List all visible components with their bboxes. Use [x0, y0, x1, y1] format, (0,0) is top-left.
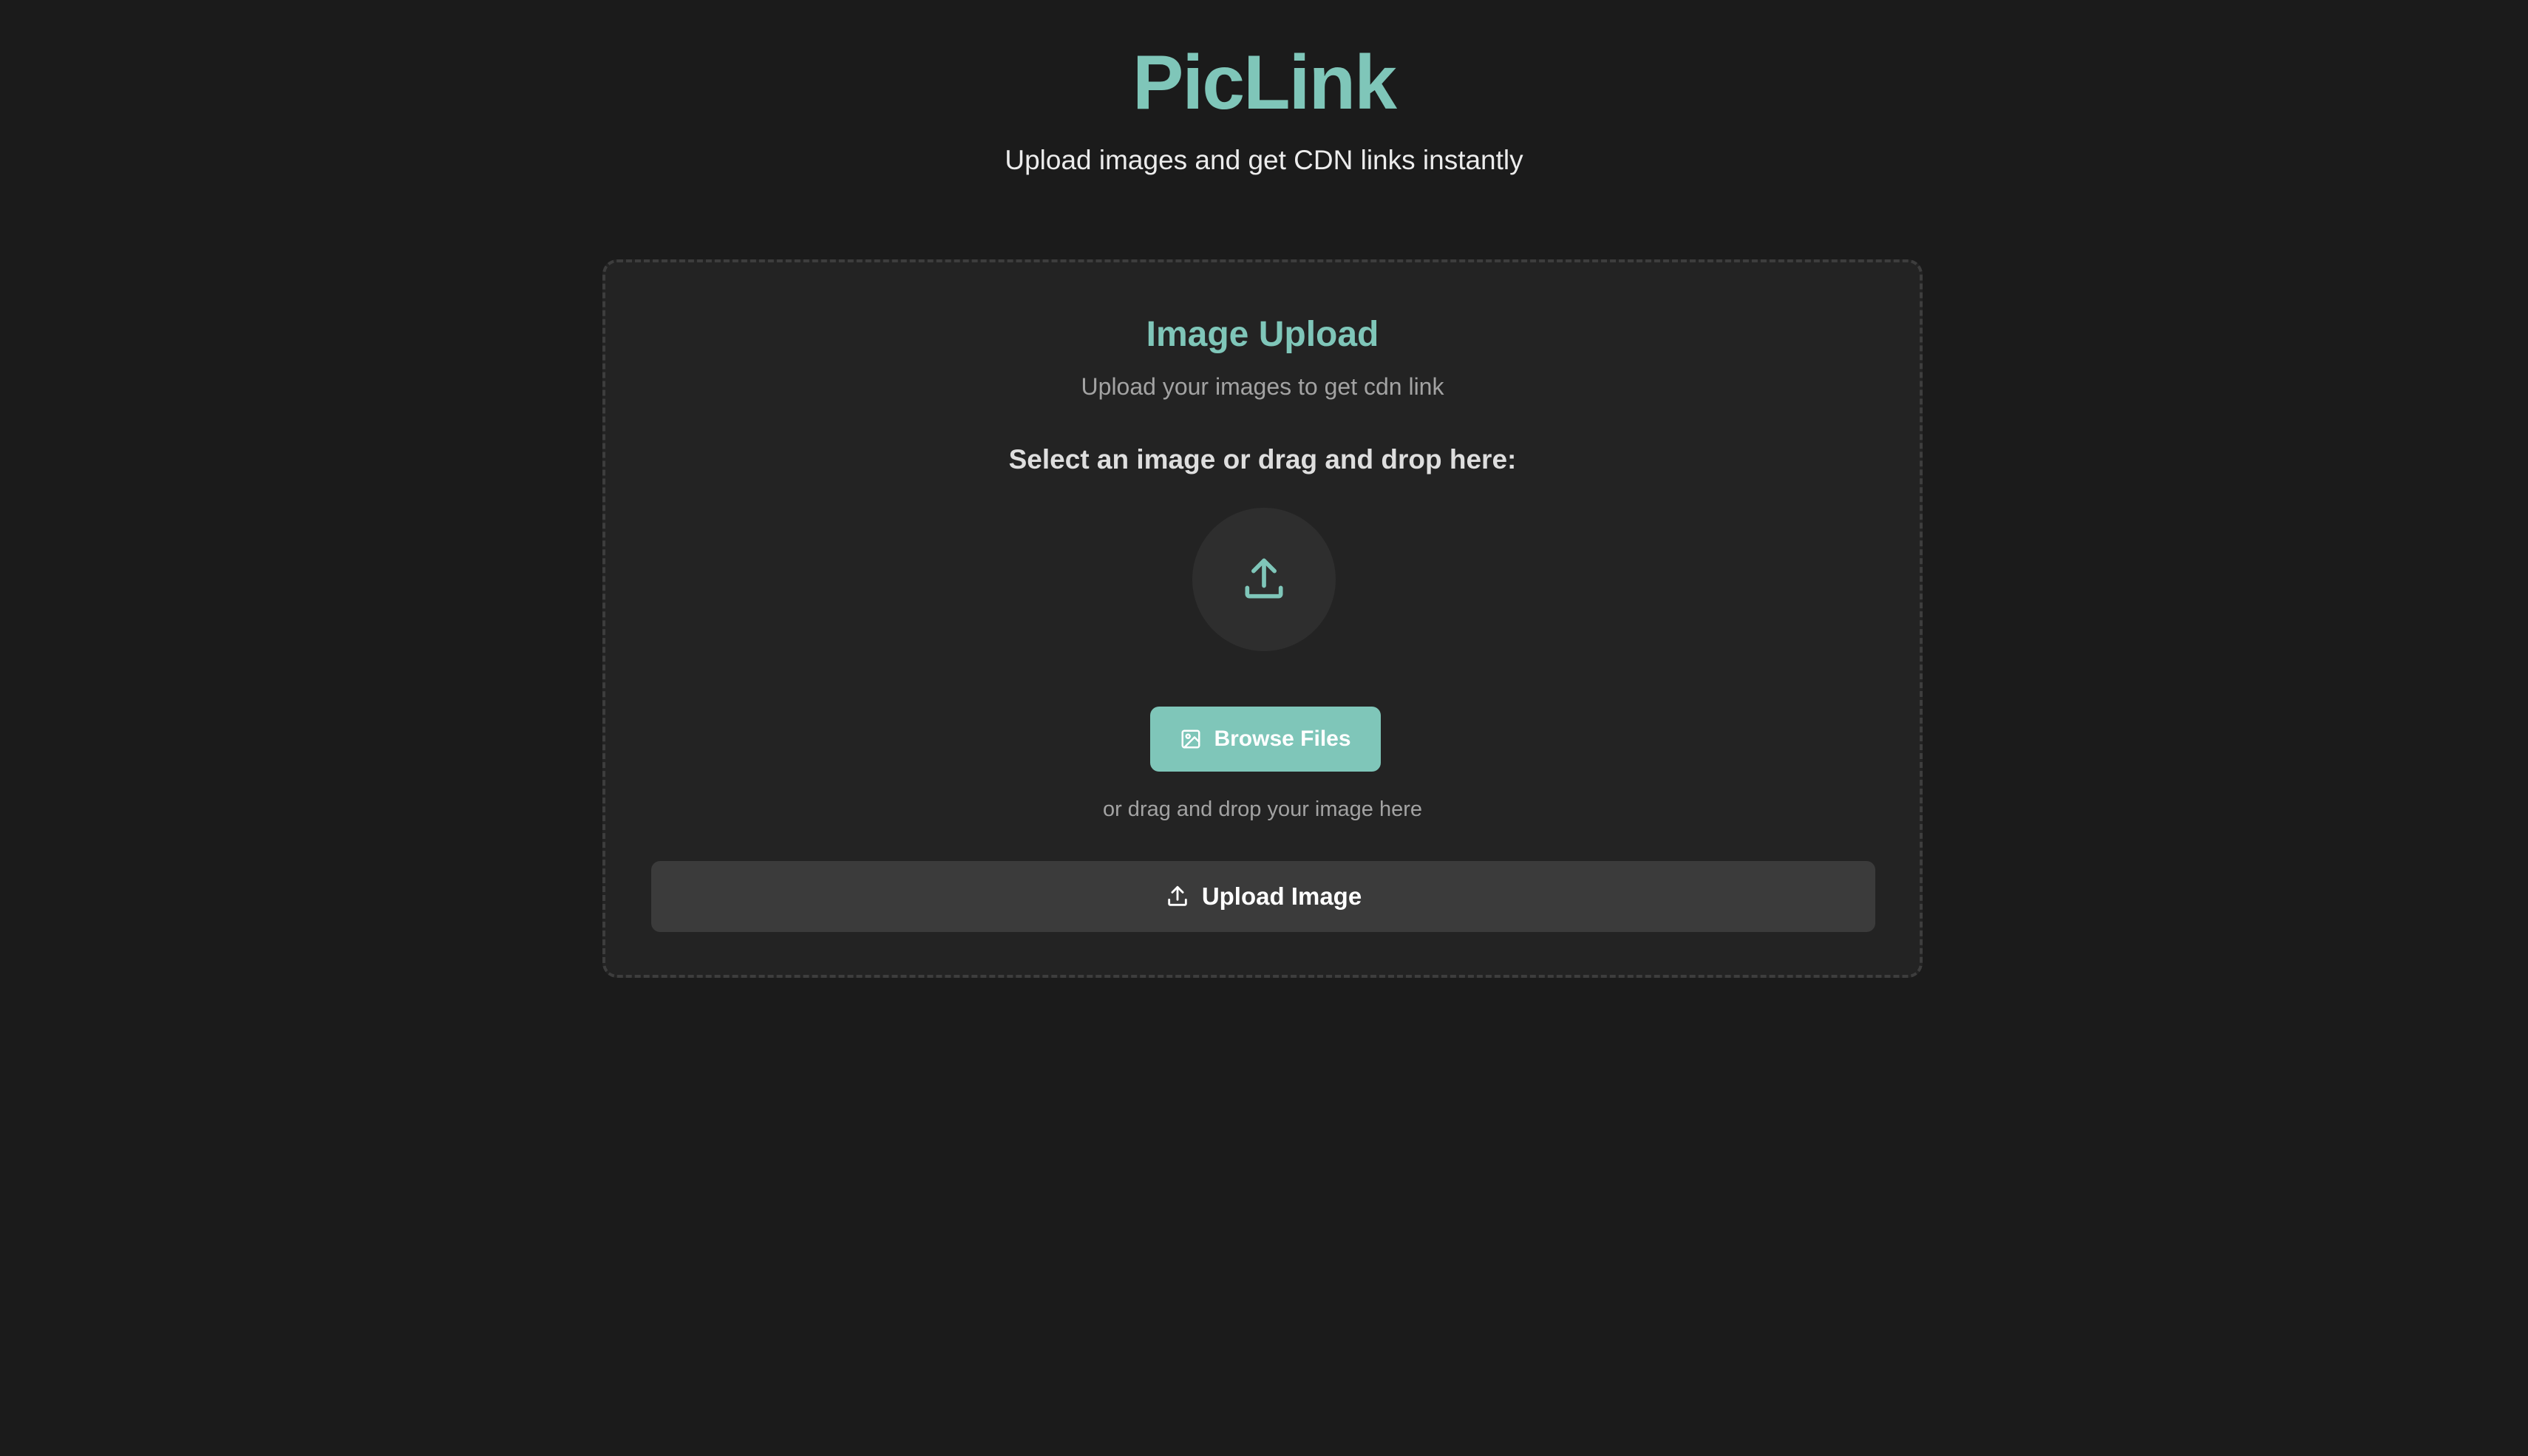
select-image-label: Select an image or drag and drop here:: [1008, 444, 1517, 474]
card-title: Image Upload: [1146, 315, 1379, 354]
browse-files-label: Browse Files: [1214, 727, 1351, 751]
browse-files-button[interactable]: Browse Files: [1150, 707, 1381, 772]
app-tagline: Upload images and get CDN links instantl…: [1005, 145, 1523, 175]
drag-drop-hint: or drag and drop your image here: [1102, 797, 1423, 821]
image-icon: [1180, 728, 1202, 750]
card-subtitle: Upload your images to get cdn link: [1081, 373, 1444, 400]
app-header: PicLink Upload images and get CDN links …: [0, 35, 2528, 177]
drop-target[interactable]: [1192, 508, 1336, 651]
upload-tray-icon: [1239, 554, 1289, 605]
upload-dropzone-card[interactable]: Image Upload Upload your images to get c…: [602, 259, 1923, 978]
upload-icon: [1165, 884, 1190, 909]
upload-image-label: Upload Image: [1201, 882, 1362, 910]
upload-image-button[interactable]: Upload Image: [651, 861, 1875, 932]
app-title: PicLink: [1132, 40, 1397, 126]
page: PicLink Upload images and get CDN links …: [0, 0, 2528, 1456]
